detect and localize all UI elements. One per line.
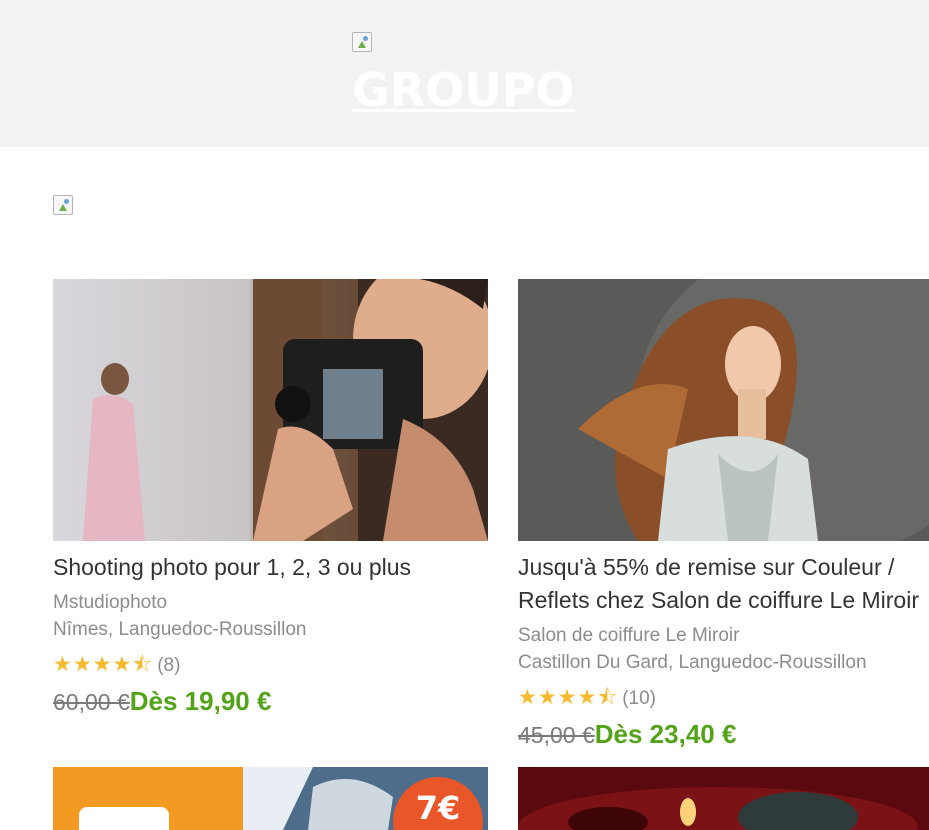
deal-price: Dès 19,90 € [129,686,272,716]
deal-title[interactable]: Shooting photo pour 1, 2, 3 ou plus [53,551,488,584]
merchant-location: Castillon Du Gard, Languedoc-Roussillon [518,652,867,673]
star-rating-icon: ★★★★⯪ [518,686,619,709]
rating: ★★★★⯪ (10) [518,683,656,718]
logo-link[interactable]: GROUPO [352,62,578,118]
site-header: GROUPO [0,0,929,147]
review-count: (8) [157,655,181,676]
merchant-location: Nîmes, Languedoc-Roussillon [53,619,307,640]
price-row: 60,00 €Dès 19,90 € [53,686,271,717]
star-rating-icon: ★★★★⯪ [53,653,154,676]
merchant-name: Mstudiophoto [53,592,168,613]
price-row: 45,00 €Dès 23,40 € [518,719,736,750]
merchant-name: Salon de coiffure Le Miroir [518,625,740,646]
original-price: 45,00 € [518,722,595,748]
deal-title-line-2[interactable]: Reflets chez Salon de coiffure Le Miroir [518,584,929,617]
deal-image-photo-print[interactable]: 7€ [53,767,488,830]
original-price: 60,00 € [53,689,130,715]
deal-title-line-1[interactable]: Jusqu'à 55% de remise sur Couleur / [518,551,929,584]
price-badge: 7€ [416,789,461,827]
deal-price: Dès 23,40 € [594,719,737,749]
banner-image-placeholder [53,195,73,215]
deal-image-spa[interactable] [518,767,929,830]
deal-image-hair-salon[interactable] [518,279,929,541]
logo-image-placeholder [352,32,372,52]
review-count: (10) [622,688,656,709]
deal-image-photo-shoot[interactable] [53,279,488,541]
rating: ★★★★⯪ (8) [53,650,180,685]
